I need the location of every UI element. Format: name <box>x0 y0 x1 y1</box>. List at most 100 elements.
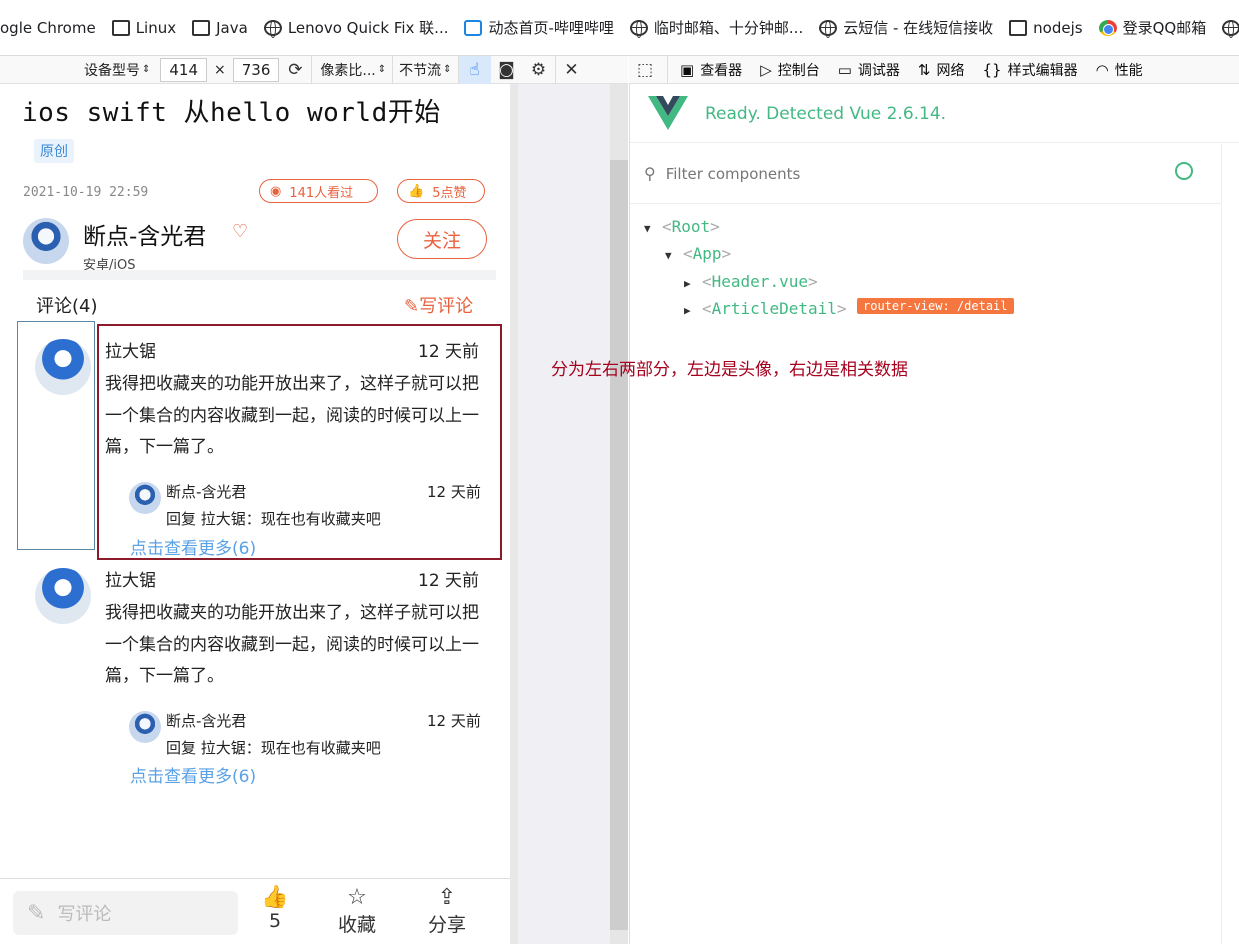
bookmarks-bar: ogle Chrome Linux Java Lenovo Quick Fix … <box>0 0 1239 56</box>
screenshot-icon[interactable]: ◙ <box>491 56 523 84</box>
router-view-badge: router-view: /detail <box>857 298 1014 314</box>
settings-gear-icon[interactable]: ⚙ <box>523 56 555 84</box>
updown-icon: ⇕ <box>142 64 151 75</box>
view-more-link[interactable]: 点击查看更多(6) <box>130 762 256 787</box>
network-icon: ⇅ <box>917 60 931 79</box>
performance-icon: ◠ <box>1095 60 1109 79</box>
pencil-icon: ✎ <box>404 296 420 317</box>
reply-text: 回复 拉大锯：现在也有收藏夹吧 <box>166 739 381 757</box>
filter-components-input[interactable]: ⚲ Filter components <box>630 144 1222 204</box>
share-button[interactable]: ⇪ 分享 <box>426 885 468 937</box>
author-name[interactable]: 断点-含光君 <box>83 217 206 251</box>
bookmark-java[interactable]: Java <box>192 19 248 37</box>
tree-node-root[interactable]: ▼ <Root> <box>644 217 720 236</box>
rotate-icon[interactable]: ⟳ <box>279 56 311 84</box>
viewport-scrollbar[interactable] <box>510 84 518 944</box>
vip-diamond-icon: ♡ <box>232 221 249 242</box>
select-component-target-icon[interactable] <box>1175 162 1193 180</box>
vue-logo-icon <box>648 96 688 130</box>
edit-icon: ✎ <box>27 900 46 926</box>
thumbs-up-icon: 👍 <box>261 885 289 910</box>
updown-icon: ⇕ <box>377 64 387 75</box>
follow-button[interactable]: 关注 <box>397 219 487 259</box>
annotation-text: 分为左右两部分，左边是头像，右边是相关数据 <box>551 360 908 380</box>
commenter-avatar[interactable] <box>35 568 91 624</box>
section-divider <box>23 270 496 280</box>
tree-node-header[interactable]: ▶ <Header.vue> <box>684 272 818 291</box>
bookmark-overflow[interactable] <box>1222 19 1239 38</box>
height-input[interactable]: 736 <box>232 57 280 82</box>
bottom-action-bar: ✎ 写评论 👍 5 ☆ 收藏 ⇪ 分享 <box>0 878 510 944</box>
element-picker-icon[interactable]: ⬚ <box>629 56 661 83</box>
reply-avatar[interactable] <box>129 711 161 743</box>
write-comment-placeholder: 写评论 <box>57 904 112 925</box>
collapsed-caret-icon: ▶ <box>684 277 691 290</box>
views-count: 141人看过 <box>289 185 354 201</box>
throttle-select[interactable]: 不节流 ⇕ <box>399 60 451 80</box>
bookmark-label: 动态首页-哔哩哔哩 <box>488 19 614 37</box>
mobile-viewport: ios swift 从hello world开始 原创 2021-10-19 2… <box>0 84 510 944</box>
throttle-label: 不节流 <box>399 62 442 79</box>
write-comment-link[interactable]: ✎写评论 <box>404 292 473 318</box>
author-avatar[interactable] <box>23 218 69 264</box>
tab-performance[interactable]: ◠ 性能 <box>1096 60 1143 80</box>
vue-status: Ready. Detected Vue 2.6.14. <box>705 104 947 124</box>
comment-time: 12 天前 <box>418 571 480 591</box>
bookmark-nodejs[interactable]: nodejs <box>1009 19 1083 37</box>
reply-name[interactable]: 断点-含光君 <box>166 710 246 731</box>
share-icon: ⇪ <box>437 885 457 910</box>
original-badge: 原创 <box>34 139 74 163</box>
tab-network[interactable]: ⇅ 网络 <box>918 60 965 80</box>
bookmark-label: 临时邮箱、十分钟邮... <box>653 19 804 37</box>
tab-inspector[interactable]: ▣ 查看器 <box>680 60 742 80</box>
like-button[interactable]: 👍 5 <box>258 885 292 932</box>
responsive-toolbar: 设备型号 ⇕ 414 × 736 ⟳ 像素比... ⇕ 不节流 ⇕ ☝ ◙ ⚙ ✕ <box>0 55 628 84</box>
tab-label: 样式编辑器 <box>1007 62 1078 79</box>
pixel-ratio-label: 像素比... <box>320 62 376 79</box>
tab-console[interactable]: ▷ 控制台 <box>760 60 820 80</box>
tab-label: 性能 <box>1114 62 1143 79</box>
pixel-ratio-select[interactable]: 像素比... ⇕ <box>320 60 386 80</box>
tree-label: App <box>692 244 722 263</box>
divider <box>667 56 668 83</box>
bookmark-label: Java <box>216 18 248 37</box>
highlight-avatar-box <box>17 321 95 550</box>
star-icon: ☆ <box>347 885 367 910</box>
page-scrollbar-thumb[interactable] <box>610 160 628 930</box>
collect-button[interactable]: ☆ 收藏 <box>336 885 378 937</box>
likes-pill[interactable]: 👍 5点赞 <box>397 179 485 203</box>
highlight-content-box <box>97 324 502 560</box>
tab-label: 网络 <box>936 62 965 79</box>
filter-placeholder: Filter components <box>665 164 801 183</box>
write-comment-label: 写评论 <box>419 296 474 317</box>
views-pill: ◉ 141人看过 <box>259 179 378 203</box>
device-model-select[interactable]: 设备型号 ⇕ <box>84 60 150 80</box>
divider <box>392 55 394 84</box>
collapsed-caret-icon: ▶ <box>684 304 691 317</box>
bookmark-temp-mail[interactable]: 临时邮箱、十分钟邮... <box>629 17 804 38</box>
tree-node-article-detail[interactable]: ▶ <ArticleDetail> <box>684 299 847 318</box>
tab-debugger[interactable]: ▭ 调试器 <box>838 60 900 80</box>
bookmark-bilibili[interactable]: 动态首页-哔哩哔哩 <box>464 17 614 38</box>
bookmark-linux[interactable]: Linux <box>111 19 176 37</box>
bookmark-sms[interactable]: 云短信 - 在线短信接收 <box>819 17 993 38</box>
chrome-icon <box>1098 19 1117 36</box>
write-comment-input[interactable]: ✎ 写评论 <box>13 891 238 935</box>
bookmark-qqmail[interactable]: 登录QQ邮箱 <box>1098 17 1206 38</box>
touch-simulation-icon[interactable]: ☝ <box>458 55 491 84</box>
commenter-name[interactable]: 拉大锯 <box>105 566 156 591</box>
bookmark-label: Lenovo Quick Fix 联... <box>287 19 449 37</box>
tab-label: 控制台 <box>777 62 820 79</box>
times-sign: × <box>214 61 226 78</box>
divider <box>630 142 1239 143</box>
width-input[interactable]: 414 <box>160 57 208 82</box>
tree-node-app[interactable]: ▼ <App> <box>665 244 731 263</box>
viewport-margin <box>518 84 610 944</box>
close-icon[interactable]: ✕ <box>556 56 588 84</box>
devtools-tabbar: ⬚ ▣ 查看器 ▷ 控制台 ▭ 调试器 ⇅ 网络 {} 样式编辑器 ◠ 性能 <box>629 56 1239 84</box>
divider <box>1221 144 1222 944</box>
bookmark-lenovo[interactable]: Lenovo Quick Fix 联... <box>263 17 449 38</box>
comments-header: 评论(4) <box>36 296 98 317</box>
tab-style-editor[interactable]: {} 样式编辑器 <box>983 60 1078 80</box>
bookmark-chrome[interactable]: ogle Chrome <box>0 19 96 37</box>
